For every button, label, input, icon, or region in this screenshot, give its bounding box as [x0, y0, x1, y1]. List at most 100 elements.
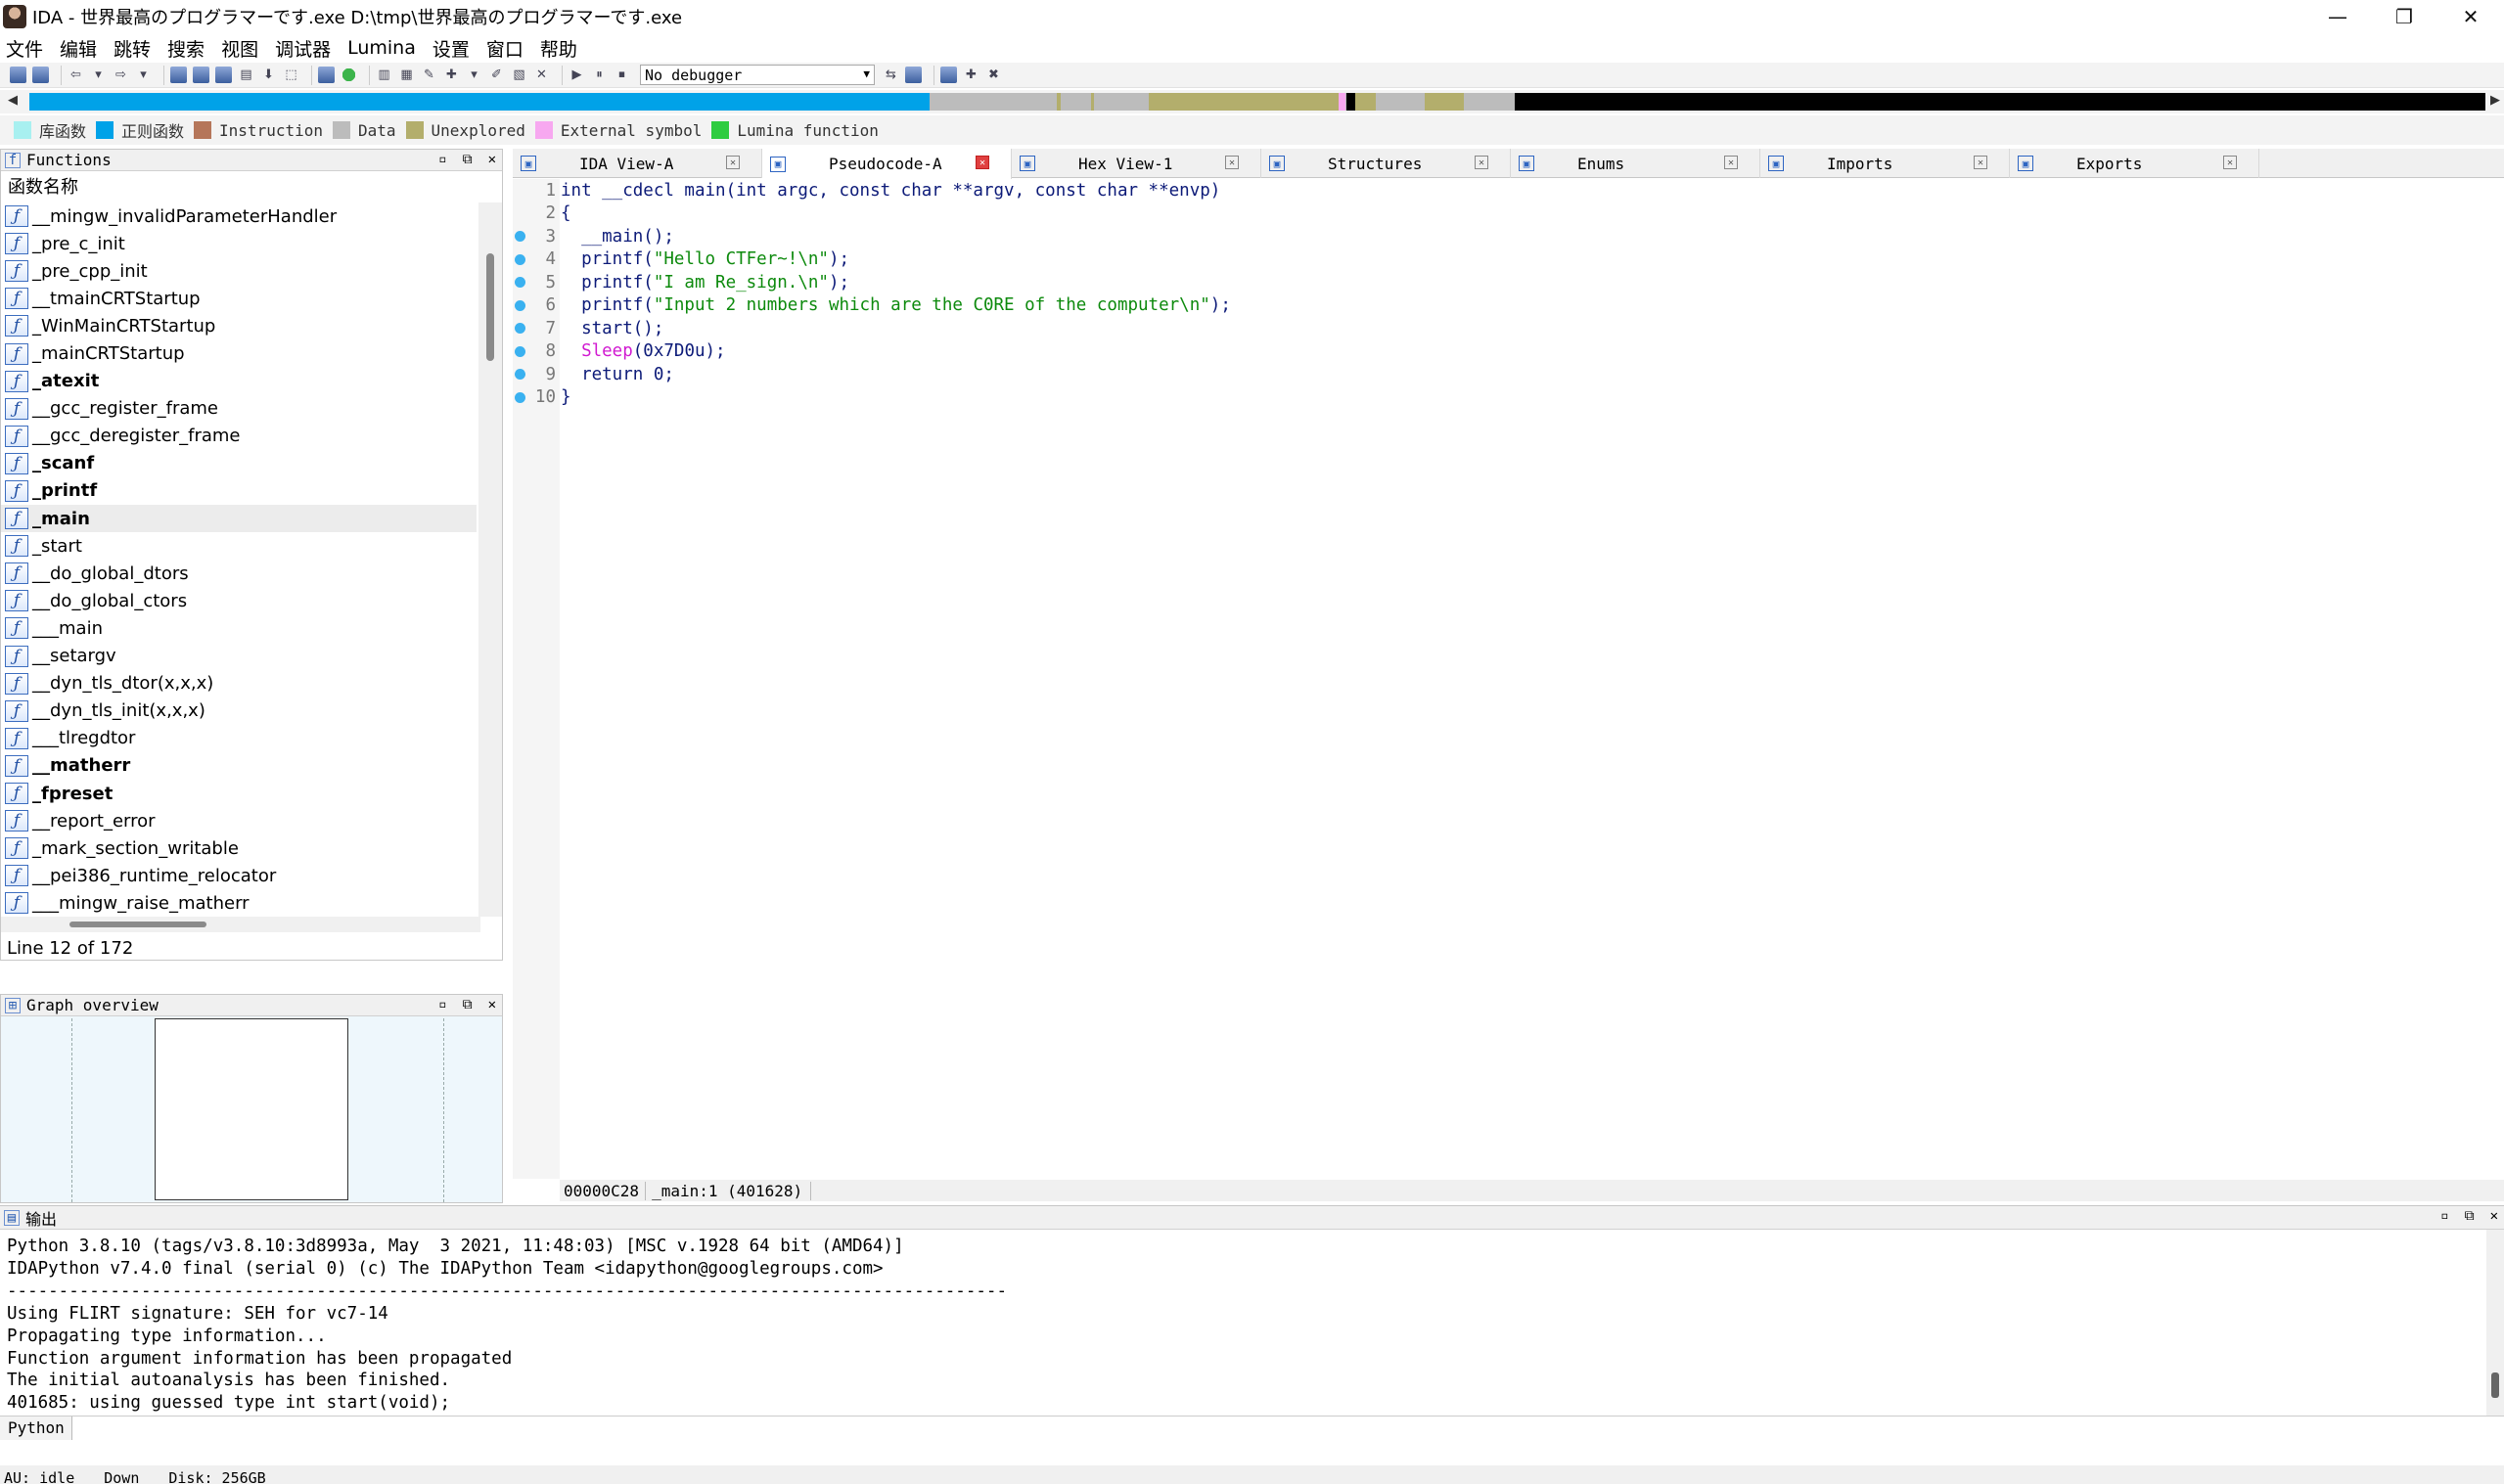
- code-line[interactable]: 2{: [513, 202, 2504, 225]
- function-row[interactable]: ƒ ___tlregdtor: [1, 725, 477, 752]
- scroll-thumb[interactable]: [69, 922, 206, 927]
- attach-icon[interactable]: ⇆: [883, 67, 899, 83]
- breakpoints-icon[interactable]: [940, 67, 957, 83]
- menu-item[interactable]: Lumina: [347, 37, 416, 59]
- nav-right-arrow-icon[interactable]: ▶: [2490, 93, 2500, 108]
- forward-arrow-icon[interactable]: ⇨: [113, 67, 129, 83]
- function-row[interactable]: ƒ _scanf: [1, 450, 477, 477]
- code-line[interactable]: 8 Sleep(0x7D0u);: [513, 340, 2504, 363]
- function-row[interactable]: ƒ __report_error: [1, 807, 477, 834]
- struct-icon[interactable]: ▦: [398, 67, 415, 83]
- float-icon[interactable]: ⧉: [2465, 1208, 2475, 1224]
- minimize-button[interactable]: —: [2304, 0, 2371, 33]
- code-line[interactable]: 4 printf("Hello CTFer~!\n");: [513, 248, 2504, 271]
- menu-item[interactable]: 编辑: [60, 35, 97, 62]
- add-breakpoint-icon[interactable]: ✚: [963, 67, 979, 83]
- nav-left-arrow-icon[interactable]: ◀: [8, 93, 18, 108]
- stop-debug-icon[interactable]: ⏹: [614, 67, 630, 83]
- function-row[interactable]: ƒ _mainCRTStartup: [1, 339, 477, 367]
- tab-imports[interactable]: ▣ Imports ✕: [1760, 149, 2010, 178]
- delete-breakpoint-icon[interactable]: ✖: [985, 67, 1002, 83]
- forward-dropdown-icon[interactable]: ▾: [135, 67, 152, 83]
- function-row[interactable]: ƒ __gcc_deregister_frame: [1, 423, 477, 450]
- restore-icon[interactable]: ▫: [438, 152, 446, 167]
- code-line[interactable]: 7 start();: [513, 317, 2504, 339]
- function-row[interactable]: ƒ _fpreset: [1, 780, 477, 807]
- function-row[interactable]: ƒ __dyn_tls_init(x,x,x): [1, 697, 477, 725]
- menu-item[interactable]: 视图: [221, 35, 258, 62]
- jump-down-icon[interactable]: ⬇: [260, 67, 277, 83]
- navigation-band-bar[interactable]: [29, 93, 2485, 111]
- menu-item[interactable]: 设置: [433, 35, 470, 62]
- close-icon[interactable]: ✕: [488, 152, 496, 167]
- debugger-select[interactable]: No debugger ▼: [640, 65, 875, 85]
- back-dropdown-icon[interactable]: ▾: [90, 67, 107, 83]
- graph-viewport-box[interactable]: [155, 1018, 348, 1200]
- plugin-dropdown-icon[interactable]: ▾: [466, 67, 482, 83]
- function-row[interactable]: ƒ __matherr: [1, 752, 477, 780]
- menu-item[interactable]: 跳转: [114, 35, 151, 62]
- search-text-icon[interactable]: [170, 67, 187, 83]
- run-script-icon[interactable]: [341, 67, 357, 83]
- function-row[interactable]: ƒ __tmainCRTStartup: [1, 285, 477, 312]
- command-input[interactable]: [72, 1417, 2504, 1439]
- patch-icon[interactable]: ✎: [421, 67, 437, 83]
- function-row[interactable]: ƒ _WinMainCRTStartup: [1, 312, 477, 339]
- maximize-button[interactable]: ❐: [2371, 0, 2437, 33]
- interpreter-button[interactable]: Python: [0, 1416, 72, 1440]
- code-line[interactable]: 10}: [513, 386, 2504, 409]
- code-line[interactable]: 5 printf("I am Re_sign.\n");: [513, 271, 2504, 293]
- restore-icon[interactable]: ▫: [2440, 1208, 2448, 1224]
- function-row[interactable]: ƒ _printf: [1, 477, 477, 505]
- close-icon[interactable]: ✕: [726, 156, 740, 169]
- tool-icon[interactable]: ✐: [488, 67, 505, 83]
- close-button[interactable]: ✕: [2437, 0, 2504, 33]
- close-icon[interactable]: ✕: [976, 156, 989, 169]
- function-row[interactable]: ƒ __gcc_register_frame: [1, 395, 477, 423]
- restore-icon[interactable]: ▫: [438, 997, 446, 1012]
- plugin-icon[interactable]: ✚: [443, 67, 460, 83]
- menu-item[interactable]: 文件: [6, 35, 43, 62]
- menu-item[interactable]: 窗口: [486, 35, 524, 62]
- tab-ida-view-a[interactable]: ▣ IDA View-A ✕: [513, 149, 762, 178]
- code-line[interactable]: 6 printf("Input 2 numbers which are the …: [513, 294, 2504, 317]
- function-row[interactable]: ƒ __do_global_ctors: [1, 587, 477, 614]
- undefine-icon[interactable]: ⬚: [283, 67, 299, 83]
- function-row[interactable]: ƒ __do_global_dtors: [1, 560, 477, 587]
- search-immediate-icon[interactable]: [215, 67, 232, 83]
- tab-structures[interactable]: ▣ Structures ✕: [1261, 149, 1511, 178]
- function-row[interactable]: ƒ _pre_c_init: [1, 230, 477, 257]
- export-icon[interactable]: ▧: [511, 67, 527, 83]
- function-list-hscrollbar[interactable]: [1, 917, 480, 932]
- search-binary-icon[interactable]: [193, 67, 209, 83]
- close-icon[interactable]: ✕: [1225, 156, 1239, 169]
- start-debug-icon[interactable]: ▶: [569, 67, 585, 83]
- code-line[interactable]: 3 __main();: [513, 225, 2504, 247]
- pause-debug-icon[interactable]: ⏸: [591, 67, 608, 83]
- save-icon[interactable]: [32, 67, 49, 83]
- function-row[interactable]: ƒ __mingw_invalidParameterHandler: [1, 202, 477, 230]
- function-row[interactable]: ƒ __pei386_runtime_relocator: [1, 862, 477, 889]
- function-row[interactable]: ƒ __dyn_tls_dtor(x,x,x): [1, 670, 477, 697]
- float-icon[interactable]: ⧉: [463, 152, 473, 167]
- function-row[interactable]: ƒ _main: [1, 505, 477, 533]
- cancel-icon[interactable]: ✕: [533, 67, 550, 83]
- tab-exports[interactable]: ▣ Exports ✕: [2010, 149, 2259, 178]
- float-icon[interactable]: ⧉: [463, 997, 473, 1012]
- function-row[interactable]: ƒ ___mingw_raise_matherr: [1, 889, 477, 917]
- close-icon[interactable]: ✕: [2490, 1208, 2498, 1224]
- close-icon[interactable]: ✕: [1974, 156, 1987, 169]
- code-icon[interactable]: ▤: [238, 67, 254, 83]
- output-vscrollbar[interactable]: [2486, 1230, 2504, 1416]
- function-row[interactable]: ƒ ___main: [1, 614, 477, 642]
- close-icon[interactable]: ✕: [2223, 156, 2237, 169]
- scroll-thumb[interactable]: [486, 253, 494, 361]
- close-icon[interactable]: ✕: [1475, 156, 1488, 169]
- close-icon[interactable]: ✕: [488, 997, 496, 1012]
- back-arrow-icon[interactable]: ⇦: [68, 67, 84, 83]
- pseudocode-view[interactable]: 1 int __cdecl main(int argc, const char *…: [513, 179, 2504, 1202]
- function-row[interactable]: ƒ _start: [1, 532, 477, 560]
- detach-icon[interactable]: [905, 67, 922, 83]
- open-icon[interactable]: [10, 67, 26, 83]
- data-icon[interactable]: ▥: [376, 67, 392, 83]
